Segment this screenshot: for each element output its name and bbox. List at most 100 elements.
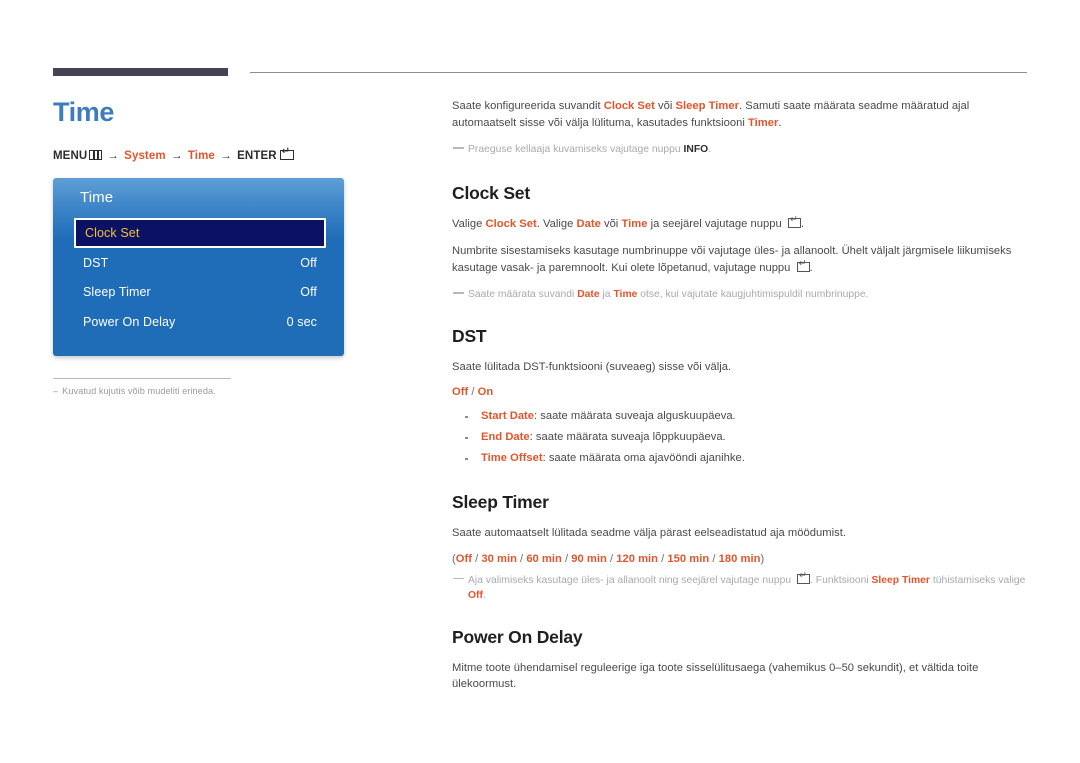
list-item: Start Date: saate määrata suveaja algusk… bbox=[452, 406, 1027, 427]
footnote-text: Kuvatud kujutis võib mudeliti erineda. bbox=[62, 386, 216, 396]
stn-a: Aja valimiseks kasutage üles- ja allanoo… bbox=[468, 574, 794, 586]
sep: / bbox=[709, 552, 719, 565]
cs-term-date: Date bbox=[576, 217, 601, 230]
sleep-option-6: 180 min bbox=[718, 552, 761, 565]
cs-text-a: Valige bbox=[452, 217, 486, 230]
osd-row-value: Off bbox=[300, 255, 317, 270]
bullet-text: : saate määrata suveaja alguskuupäeva. bbox=[534, 410, 736, 422]
osd-row-value: 0 sec bbox=[286, 314, 317, 329]
breadcrumb: MENU → System → Time → ENTER bbox=[53, 147, 403, 162]
cs-term-clock-set: Clock Set bbox=[485, 217, 537, 230]
sleep-option-3: 90 min bbox=[571, 552, 607, 565]
page-header-rule bbox=[53, 68, 1027, 77]
sleep-option-5: 150 min bbox=[667, 552, 710, 565]
clock-set-paragraph-2: Numbrite sisestamiseks kasutage numbrinu… bbox=[452, 243, 1027, 276]
bullet-text: : saate määrata oma ajavööndi ajanihke. bbox=[542, 452, 745, 464]
cs-text-g: ja seejärel vajutage nuppu bbox=[647, 217, 785, 230]
osd-row-label: Clock Set bbox=[85, 226, 140, 240]
sleep-timer-paragraph: Saate automaatselt lülitada seadme välja… bbox=[452, 527, 846, 539]
sleep-option-0: Off bbox=[455, 552, 472, 565]
sep: / bbox=[516, 552, 527, 565]
footnote-dash: – bbox=[53, 386, 59, 396]
clock-set-paragraph-1: Valige Clock Set. Valige Date või Time j… bbox=[452, 215, 1027, 233]
sleep-timer-note: Aja valimiseks kasutage üles- ja allanoo… bbox=[452, 571, 1027, 604]
osd-menu-panel: Time Clock Set DST Off Sleep Timer Off P… bbox=[53, 178, 344, 356]
osd-row-dst[interactable]: DST Off bbox=[74, 248, 326, 278]
csn-a: Saate määrata suvandi bbox=[468, 289, 578, 300]
stn-b: . Funktsiooni bbox=[810, 574, 872, 586]
section-heading-power-on-delay: Power On Delay bbox=[452, 626, 583, 647]
intro-note-a: Praeguse kellaaja kuvamiseks vajutage nu… bbox=[468, 144, 684, 155]
header-rule-thin bbox=[250, 72, 1027, 73]
enter-key-icon bbox=[279, 147, 294, 160]
intro-text-c: või bbox=[654, 100, 676, 112]
list-item: End Date: saate määrata suveaja lõppkuup… bbox=[452, 427, 1027, 448]
footnote-divider bbox=[53, 378, 231, 379]
power-on-delay-paragraph: Mitme toote ühendamisel reguleerige iga … bbox=[452, 661, 979, 691]
enter-key-icon bbox=[797, 571, 810, 584]
intro-term-timer: Timer bbox=[747, 116, 779, 129]
sep: / bbox=[471, 552, 482, 565]
stn-d: tühistamiseks valige bbox=[929, 574, 1026, 586]
bullet-term-start-date: Start Date bbox=[481, 410, 535, 422]
right-column: Saate konfigureerida suvandit Clock Set … bbox=[452, 98, 1027, 704]
stn-term-off: Off bbox=[468, 590, 483, 601]
clock-set-note: Saate määrata suvandi Date ja Time otse,… bbox=[452, 287, 1027, 303]
sep: / bbox=[658, 552, 668, 565]
dst-option-on: On bbox=[477, 386, 494, 398]
csn-term-date: Date bbox=[577, 289, 600, 300]
footnote: – Kuvatud kujutis võib mudeliti erineda. bbox=[53, 386, 403, 396]
sep: / bbox=[561, 552, 572, 565]
menu-grid-icon bbox=[89, 150, 103, 160]
csn-c: ja bbox=[599, 289, 614, 300]
enter-key-icon bbox=[796, 259, 810, 272]
breadcrumb-arrow-2: → bbox=[170, 150, 183, 162]
osd-row-label: Power On Delay bbox=[83, 314, 176, 329]
section-heading-sleep-timer: Sleep Timer bbox=[452, 492, 549, 512]
stn-f: . bbox=[482, 590, 486, 601]
dst-option-off: Off bbox=[452, 386, 469, 398]
bullet-term-time-offset: Time Offset bbox=[481, 452, 543, 464]
breadcrumb-arrow-3: → bbox=[220, 150, 232, 162]
dst-bullet-list: Start Date: saate määrata suveaja algusk… bbox=[452, 406, 1027, 469]
osd-menu-list: Clock Set DST Off Sleep Timer Off Power … bbox=[74, 218, 326, 337]
osd-panel-title: Time bbox=[80, 189, 114, 206]
sleep-option-1: 30 min bbox=[481, 552, 517, 565]
intro-text-g: . bbox=[778, 116, 782, 129]
osd-row-power-on-delay[interactable]: Power On Delay 0 sec bbox=[74, 307, 326, 337]
sleep-timer-options: (Off / 30 min / 60 min / 90 min / 120 mi… bbox=[452, 553, 1027, 565]
left-column: Time MENU → System → Time → ENTER Time Cl… bbox=[53, 96, 403, 396]
bullet-term-end-date: End Date bbox=[481, 431, 530, 443]
breadcrumb-menu-label: MENU bbox=[53, 150, 88, 162]
csn-term-time: Time bbox=[613, 289, 638, 300]
osd-row-label: DST bbox=[83, 255, 109, 270]
intro-term-clock-set: Clock Set bbox=[603, 100, 655, 112]
intro-term-sleep-timer: Sleep Timer bbox=[675, 100, 739, 112]
breadcrumb-item-system[interactable]: System bbox=[124, 150, 166, 162]
osd-row-sleep-timer[interactable]: Sleep Timer Off bbox=[74, 278, 326, 308]
sleep-option-4: 120 min bbox=[616, 552, 659, 565]
osd-row-label: Sleep Timer bbox=[83, 285, 151, 300]
bullet-text: : saate määrata suveaja lõppkuupäeva. bbox=[529, 431, 726, 443]
breadcrumb-item-time[interactable]: Time bbox=[188, 150, 215, 162]
intro-text-a: Saate konfigureerida suvandit bbox=[452, 100, 604, 112]
dst-paragraph: Saate lülitada DST-funktsiooni (suveaeg)… bbox=[452, 360, 732, 373]
sleep-option-2: 60 min bbox=[526, 552, 562, 565]
enter-key-icon bbox=[787, 215, 801, 228]
cs-text-e: või bbox=[600, 217, 622, 230]
breadcrumb-arrow-1: → bbox=[107, 150, 119, 162]
sep: / bbox=[606, 552, 617, 565]
list-item: Time Offset: saate määrata oma ajavööndi… bbox=[452, 448, 1027, 469]
intro-note-info: INFO bbox=[683, 144, 709, 155]
intro-note: Praeguse kellaaja kuvamiseks vajutage nu… bbox=[452, 142, 1027, 158]
page-title: Time bbox=[53, 97, 114, 127]
intro-note-c: . bbox=[708, 144, 712, 155]
intro-paragraph: Saate konfigureerida suvandit Clock Set … bbox=[452, 98, 1027, 131]
section-heading-clock-set: Clock Set bbox=[452, 182, 530, 203]
osd-row-clock-set[interactable]: Clock Set bbox=[74, 218, 326, 248]
cs-text-c: . Valige bbox=[536, 217, 577, 230]
dst-options: Off / On bbox=[452, 386, 1027, 398]
section-heading-dst: DST bbox=[452, 325, 487, 346]
cs2-text: Numbrite sisestamiseks kasutage numbrinu… bbox=[452, 245, 1012, 274]
cs-text-h: . bbox=[800, 217, 804, 230]
